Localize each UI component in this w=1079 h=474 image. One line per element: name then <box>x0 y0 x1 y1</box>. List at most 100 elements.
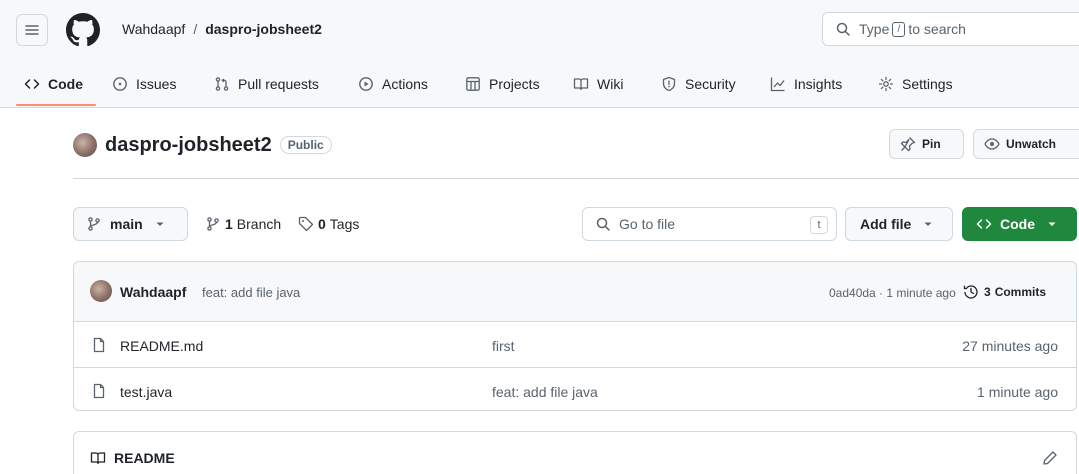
go-to-file-placeholder: Go to file <box>619 216 676 232</box>
branch-count: 1 <box>225 216 233 232</box>
tab-projects-label: Projects <box>489 76 540 92</box>
branch-name: main <box>110 216 143 232</box>
hamburger-menu-button[interactable] <box>16 14 48 46</box>
issue-icon <box>112 76 128 92</box>
go-to-file-input[interactable]: Go to file t <box>582 207 837 241</box>
chevron-down-icon <box>155 219 165 229</box>
tab-code[interactable]: Code <box>24 62 83 106</box>
branch-word: Branch <box>236 216 282 232</box>
global-search-input[interactable]: Type / to search <box>822 12 1079 46</box>
tab-pull-requests-label: Pull requests <box>238 76 319 92</box>
repo-title-row: daspro-jobsheet2 Public <box>73 129 332 161</box>
history-icon <box>963 284 979 300</box>
breadcrumb-repo-link[interactable]: daspro-jobsheet2 <box>205 21 322 37</box>
search-shortcut-key: / <box>892 21 906 37</box>
branch-count-icon <box>205 216 221 232</box>
table-icon <box>465 76 481 92</box>
branches-link[interactable]: 1 Branch <box>205 207 281 241</box>
commit-author[interactable]: Wahdaapf <box>120 284 186 300</box>
tags-link[interactable]: 0 Tags <box>298 207 359 241</box>
tab-security-label: Security <box>685 76 736 92</box>
commit-message[interactable]: feat: add file java <box>202 285 300 300</box>
search-icon <box>835 21 851 37</box>
tab-actions[interactable]: Actions <box>358 62 428 106</box>
tag-word: Tags <box>329 216 360 232</box>
chevron-down-icon <box>1047 219 1057 229</box>
owner-avatar[interactable] <box>73 133 97 157</box>
commit-hash-time[interactable]: 0ad40da · 1 minute ago <box>829 286 956 300</box>
shield-icon <box>661 76 677 92</box>
unwatch-button[interactable]: Unwatch <box>973 129 1079 159</box>
tab-security[interactable]: Security <box>661 62 736 106</box>
code-button-label: Code <box>1000 216 1035 232</box>
readme-header[interactable]: README <box>90 450 175 466</box>
hamburger-icon <box>24 22 40 38</box>
file-commit-time: 27 minutes ago <box>962 338 1058 354</box>
search-icon <box>595 216 611 232</box>
gear-icon <box>878 76 894 92</box>
breadcrumb-owner-link[interactable]: Wahdaapf <box>122 21 185 37</box>
tab-code-label: Code <box>48 76 83 92</box>
pin-label: Pin <box>922 137 941 151</box>
file-commit-message[interactable]: first <box>492 338 515 354</box>
repo-name[interactable]: daspro-jobsheet2 <box>105 134 272 157</box>
tab-wiki[interactable]: Wiki <box>573 62 623 106</box>
tag-count: 0 <box>318 216 326 232</box>
pull-request-icon <box>214 76 230 92</box>
breadcrumb: Wahdaapf / daspro-jobsheet2 <box>122 18 322 40</box>
search-prefix-text: Type <box>859 21 890 37</box>
tab-insights[interactable]: Insights <box>770 62 842 106</box>
pencil-icon[interactable] <box>1042 450 1058 466</box>
readme-title: README <box>114 450 175 466</box>
repo-nav: Code Issues Pull requests Actions Projec… <box>0 62 1079 108</box>
go-to-file-shortcut: t <box>810 216 828 234</box>
file-name[interactable]: README.md <box>120 338 203 354</box>
file-row[interactable]: test.java feat: add file java 1 minute a… <box>74 369 1076 410</box>
book-icon <box>573 76 589 92</box>
file-row[interactable]: README.md first 27 minutes ago <box>74 323 1076 368</box>
tab-settings-label: Settings <box>902 76 953 92</box>
eye-icon <box>984 136 1000 152</box>
play-icon <box>358 76 374 92</box>
file-name[interactable]: test.java <box>120 384 172 400</box>
app-header: Wahdaapf / daspro-jobsheet2 Type / to se… <box>0 0 1079 108</box>
latest-commit-row: Wahdaapf feat: add file java 0ad40da · 1… <box>74 262 1076 322</box>
tag-icon <box>298 216 314 232</box>
add-file-label: Add file <box>860 216 912 232</box>
graph-icon <box>770 76 786 92</box>
tab-settings[interactable]: Settings <box>878 62 953 106</box>
commit-author-avatar[interactable] <box>90 280 112 302</box>
chevron-down-icon <box>923 219 933 229</box>
file-table: Wahdaapf feat: add file java 0ad40da · 1… <box>73 261 1077 411</box>
file-icon <box>91 337 107 353</box>
code-icon <box>976 216 992 232</box>
branch-select-button[interactable]: main <box>73 207 188 241</box>
commits-word: Commits <box>994 285 1047 299</box>
commits-count: 3 <box>984 285 991 299</box>
code-button[interactable]: Code <box>962 207 1077 241</box>
tab-wiki-label: Wiki <box>597 76 624 92</box>
file-commit-message[interactable]: feat: add file java <box>492 384 598 400</box>
tab-projects[interactable]: Projects <box>465 62 540 106</box>
tab-issues-label: Issues <box>136 76 177 92</box>
pin-icon <box>900 136 916 152</box>
book-icon <box>90 450 106 466</box>
add-file-button[interactable]: Add file <box>845 207 953 241</box>
branch-icon <box>86 216 102 232</box>
visibility-badge: Public <box>279 136 332 154</box>
commits-history-link[interactable]: 3 Commits <box>963 282 1046 302</box>
file-commit-time: 1 minute ago <box>977 384 1058 400</box>
tab-actions-label: Actions <box>382 76 428 92</box>
repo-header-divider <box>73 178 1079 179</box>
readme-panel: README <box>73 431 1077 474</box>
tab-issues[interactable]: Issues <box>112 62 176 106</box>
breadcrumb-separator: / <box>193 21 198 37</box>
tab-insights-label: Insights <box>794 76 843 92</box>
pin-button[interactable]: Pin <box>889 129 964 159</box>
code-icon <box>24 76 40 92</box>
top-bar: Wahdaapf / daspro-jobsheet2 Type / to se… <box>0 0 1079 60</box>
tab-pull-requests[interactable]: Pull requests <box>214 62 319 106</box>
file-icon <box>91 383 107 399</box>
active-tab-underline <box>16 104 96 106</box>
github-logo-icon[interactable] <box>66 13 100 47</box>
